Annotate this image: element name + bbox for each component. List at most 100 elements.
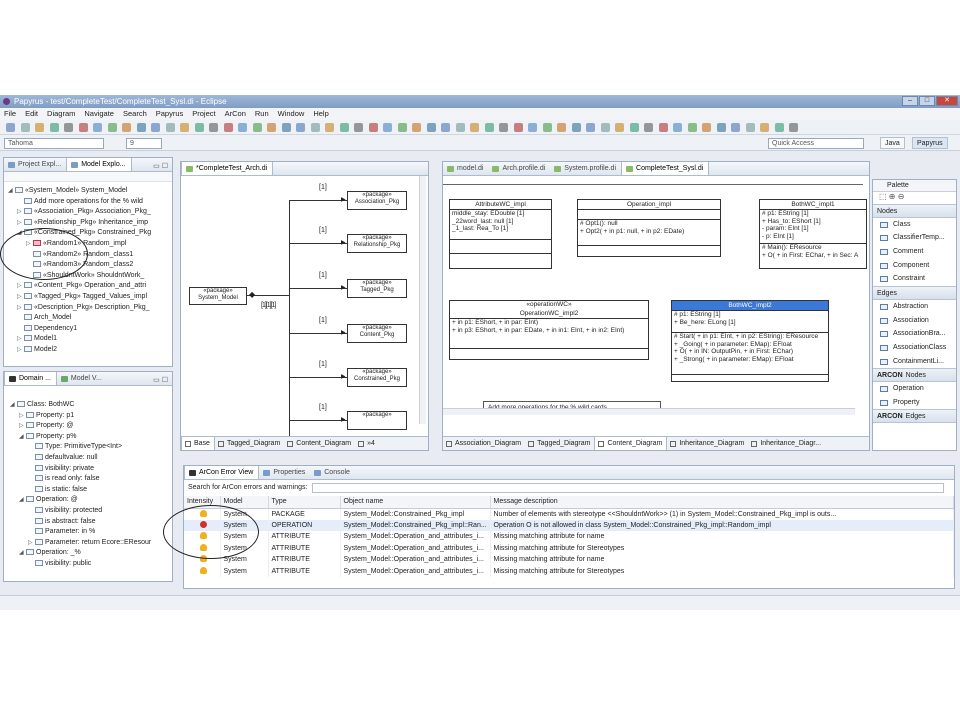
toolbar-icon[interactable] — [484, 123, 494, 132]
diagram-tab[interactable]: Inheritance_Diagr... — [748, 437, 825, 450]
tree-item[interactable]: ◢ Operation: @ — [10, 495, 172, 506]
tab-model-explorer[interactable]: Model Explo... — [66, 158, 132, 171]
toolbar-icon[interactable] — [339, 123, 349, 132]
toolbar-icon[interactable] — [441, 123, 450, 132]
toolbar-icon[interactable] — [310, 123, 320, 132]
menu-search[interactable]: Search — [123, 108, 147, 120]
menu-arcon[interactable]: ArCon — [225, 108, 246, 120]
tree-item[interactable]: visibility: public — [10, 559, 172, 570]
palette-tool[interactable]: Comment — [873, 245, 956, 259]
toolbar-icon[interactable] — [571, 123, 581, 132]
toolbar-icon[interactable] — [20, 123, 30, 132]
palette-tool[interactable]: AssociationBra... — [873, 327, 956, 341]
palette-tool[interactable]: AssociationClass — [873, 341, 956, 355]
package-box[interactable]: «package» Constrained_Pkg — [347, 368, 407, 387]
view-controls[interactable]: ▭ ☐ — [153, 160, 168, 174]
toolbar-icon[interactable] — [209, 123, 218, 132]
palette-tool[interactable]: Constraint — [873, 272, 956, 286]
tree-item[interactable]: ▷ «Content_Pkg» Operation_and_attri — [8, 281, 172, 292]
expand-toggle-icon[interactable]: ◢ — [8, 186, 15, 197]
toolbar-icon[interactable] — [325, 123, 334, 132]
expand-toggle-icon[interactable]: ◢ — [19, 548, 26, 559]
toolbar-icon[interactable] — [542, 123, 552, 132]
column-header[interactable]: Type — [268, 496, 341, 509]
diagram-tab[interactable]: Content_Diagram — [284, 437, 355, 450]
palette-section-header[interactable]: ARCON Edges — [873, 409, 956, 423]
toolbar-icon[interactable] — [731, 123, 740, 132]
palette-tool[interactable]: ClassifierTemp... — [873, 231, 956, 245]
tree-item[interactable]: ◢ Property: p% — [10, 432, 172, 443]
close-button[interactable]: ✕ — [936, 96, 958, 106]
table-row[interactable]: System OPERATION System_Model::Constrained… — [184, 519, 954, 531]
tree-item[interactable]: ▷ Property: p1 — [10, 411, 172, 422]
toolbar-icon[interactable] — [760, 123, 769, 132]
toolbar-icon[interactable] — [238, 123, 247, 132]
toolbar-icon[interactable] — [223, 123, 233, 132]
toolbar-icon[interactable] — [658, 123, 668, 132]
class-box[interactable]: BothWC_impl2 # p1: EString [1] + Be_here: … — [671, 300, 829, 382]
package-box[interactable]: «package» Relationship_Pkg — [347, 234, 407, 253]
column-header[interactable]: Message description — [490, 496, 954, 509]
vertical-scrollbar[interactable] — [419, 176, 426, 424]
toolbar-icon[interactable] — [136, 123, 146, 132]
toolbar-icon[interactable] — [600, 123, 610, 132]
editor-tab[interactable]: Arch.profile.di — [488, 162, 550, 175]
toolbar-icon[interactable] — [586, 123, 595, 132]
toolbar-icon[interactable] — [513, 123, 523, 132]
palette-tool[interactable]: Association — [873, 314, 956, 328]
palette-tool[interactable]: Property — [873, 396, 956, 410]
toolbar-icon[interactable] — [252, 123, 262, 132]
table-row[interactable]: System ATTRIBUTE System_Model::Operation_a… — [184, 565, 954, 577]
tab-arcon-domain[interactable]: Domain ... — [4, 372, 57, 385]
palette-section-header[interactable]: Nodes — [873, 204, 956, 218]
toolbar-icon[interactable] — [629, 123, 639, 132]
table-row[interactable]: System ATTRIBUTE System_Model::Operation_a… — [184, 531, 954, 543]
tree-item[interactable]: is abstract: false — [10, 517, 172, 528]
toolbar-icon[interactable] — [702, 123, 711, 132]
tree-item[interactable]: ◢ «System_Model» System_Model — [8, 186, 172, 197]
domain-tree[interactable]: ◢ Class: BothWC ▷ Property: p1 ▷ Property: @ ◢… — [4, 386, 172, 570]
tree-item[interactable]: ▷ «Tagged_Pkg» Tagged_Values_impl — [8, 292, 172, 303]
tree-item[interactable]: ▷ Model2 — [8, 345, 172, 356]
table-row[interactable]: System ATTRIBUTE System_Model::Operation_a… — [184, 554, 954, 566]
papyrus-perspective-button[interactable]: Papyrus — [912, 137, 948, 149]
diagram-tab[interactable]: »4 — [355, 437, 379, 450]
toolbar-icon[interactable] — [368, 123, 378, 132]
quick-access-input[interactable]: Quick Access — [768, 138, 864, 149]
maximize-button[interactable]: □ — [919, 96, 935, 106]
tree-item[interactable]: ◢ Operation: _% — [10, 548, 172, 559]
table-row[interactable]: System ATTRIBUTE System_Model::Operation_a… — [184, 542, 954, 554]
diagram-tab[interactable]: Tagged_Diagram — [525, 437, 594, 450]
toolbar-icon[interactable] — [412, 123, 421, 132]
menu-navigate[interactable]: Navigate — [84, 108, 114, 120]
palette-tool[interactable]: Operation — [873, 382, 956, 396]
menu-papyrus[interactable]: Papyrus — [156, 108, 184, 120]
tree-item[interactable]: Add more operations for the % wild — [8, 197, 172, 208]
toolbar-icon[interactable] — [774, 123, 784, 132]
tree-item[interactable]: Arch_Model — [8, 313, 172, 324]
font-combo[interactable]: Tahoma — [4, 138, 104, 149]
menu-run[interactable]: Run — [255, 108, 269, 120]
tree-item[interactable]: is read only: false — [10, 474, 172, 485]
toolbar-icon[interactable] — [673, 123, 682, 132]
editor-tab[interactable]: System.profile.di — [550, 162, 621, 175]
toolbar-icon[interactable] — [35, 123, 44, 132]
expand-toggle-icon[interactable]: ◢ — [19, 495, 26, 506]
palette-tool[interactable]: ContainmentLi... — [873, 355, 956, 369]
menu-edit[interactable]: Edit — [25, 108, 38, 120]
tree-item[interactable]: ▷ «Association_Pkg» Association_Pkg_ — [8, 207, 172, 218]
table-row[interactable]: System PACKAGE System_Model::Constrained_P… — [184, 508, 954, 520]
expand-toggle-icon[interactable]: ◢ — [19, 432, 26, 443]
tree-item[interactable]: ◢ Class: BothWC — [10, 400, 172, 411]
toolbar-icon[interactable] — [455, 123, 465, 132]
horizontal-scrollbar[interactable] — [443, 408, 855, 415]
class-box[interactable]: Operation_impl # Opt1(): null + Opt2( + in… — [577, 199, 721, 257]
toolbar-icon[interactable] — [528, 123, 537, 132]
tree-item[interactable]: Type: PrimitiveType<Int> — [10, 442, 172, 453]
package-box[interactable]: «package» Association_Pkg — [347, 191, 407, 210]
toolbar-icon[interactable] — [107, 123, 117, 132]
toolbar-icon[interactable] — [383, 123, 392, 132]
toolbar-icon[interactable] — [49, 123, 59, 132]
sysl-diagram-canvas[interactable]: AttributeWC_impl middle_stay: EDouble [1]… — [443, 176, 869, 436]
tree-item[interactable]: ▷ «Relationship_Pkg» Inheritance_imp — [8, 218, 172, 229]
